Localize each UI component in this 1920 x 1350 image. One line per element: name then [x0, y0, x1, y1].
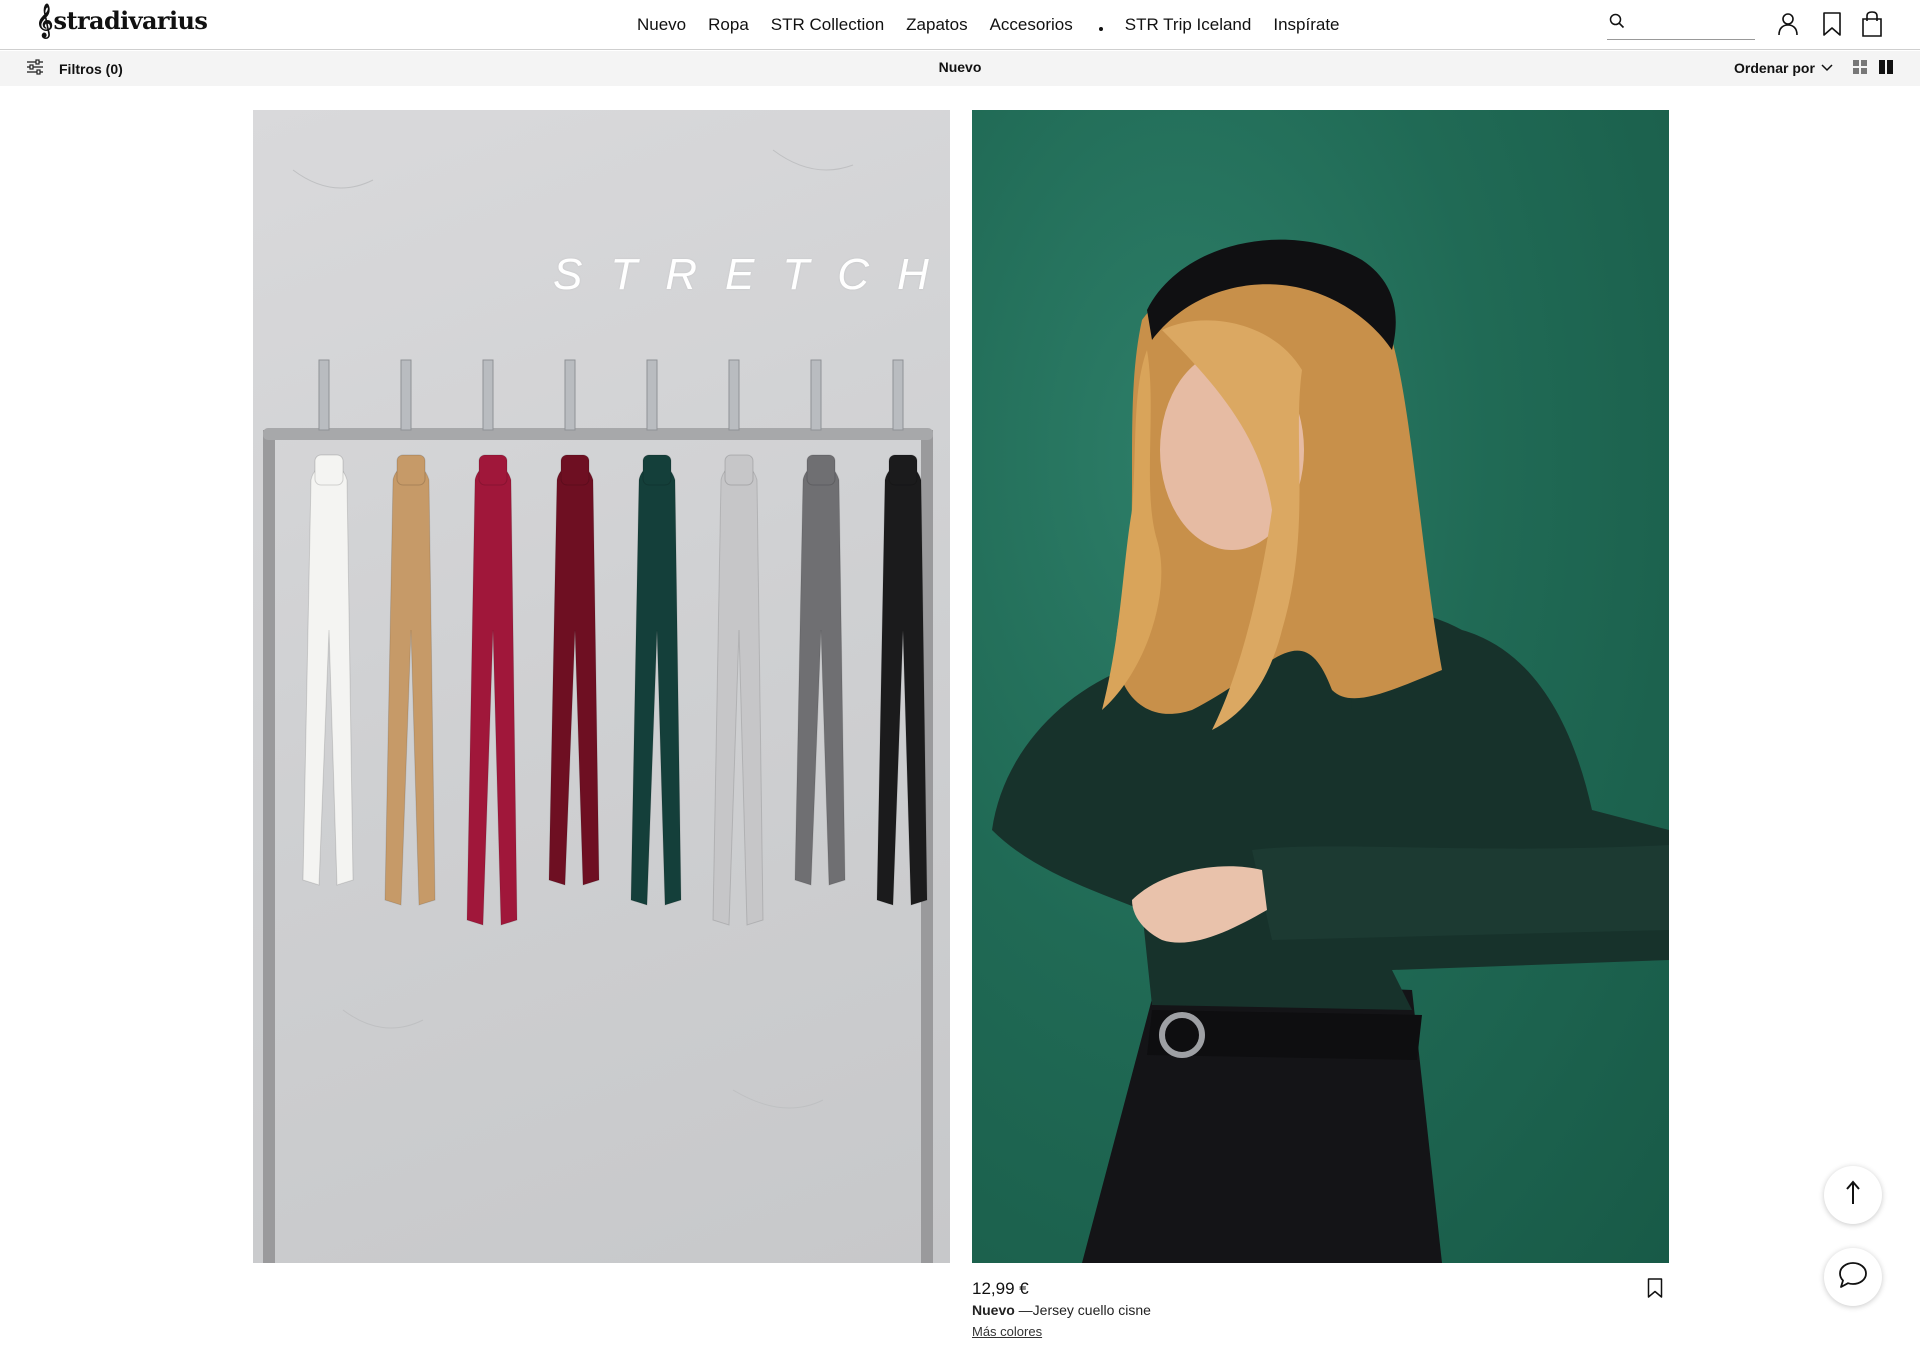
- bookmark-icon[interactable]: [1818, 10, 1846, 38]
- shopping-bag-icon[interactable]: [1858, 10, 1886, 38]
- nav-item-nuevo[interactable]: Nuevo: [637, 15, 686, 35]
- nav-item-accesorios[interactable]: Accesorios: [990, 15, 1073, 35]
- arrow-up-icon: [1845, 1179, 1861, 1211]
- grid-small-icon[interactable]: [1852, 59, 1870, 77]
- hanging-sweater: [712, 359, 764, 926]
- search-input[interactable]: [1633, 12, 1751, 34]
- chevron-down-icon: [1821, 59, 1833, 77]
- user-icon[interactable]: [1774, 10, 1802, 38]
- hanging-sweater: [384, 359, 436, 906]
- product-image-stretch[interactable]: STRETCH: [253, 110, 950, 1263]
- nav-item-str-collection[interactable]: STR Collection: [771, 15, 884, 35]
- page-title: Nuevo: [938, 59, 982, 75]
- bookmark-icon[interactable]: [1647, 1278, 1667, 1300]
- product-description[interactable]: Nuevo —Jersey cuello cisne: [972, 1302, 1151, 1318]
- product-image-jersey-cuello-cisne[interactable]: [972, 110, 1669, 1263]
- main-nav: Nuevo Ropa STR Collection Zapatos Acceso…: [637, 14, 1362, 36]
- model-illustration: [992, 239, 1669, 1263]
- logo-mark: 𝄞: [36, 3, 53, 37]
- sort-dropdown[interactable]: Ordenar por: [1734, 59, 1833, 77]
- more-colors-link[interactable]: Más colores: [972, 1324, 1042, 1339]
- logo[interactable]: 𝄞 stradivarius: [36, 3, 208, 37]
- nav-item-ropa[interactable]: Ropa: [708, 15, 749, 35]
- chat-button[interactable]: [1824, 1248, 1882, 1306]
- stretch-headline: STRETCH: [553, 250, 950, 299]
- new-tag: Nuevo: [972, 1302, 1015, 1318]
- nav-item-zapatos[interactable]: Zapatos: [906, 15, 967, 35]
- hanging-sweater: [466, 359, 518, 926]
- search-icon[interactable]: [1609, 13, 1625, 34]
- grid-large-icon[interactable]: [1878, 59, 1896, 77]
- product-name: —Jersey cuello cisne: [1014, 1302, 1151, 1318]
- logo-text: stradivarius: [53, 6, 208, 35]
- search-box: [1607, 8, 1755, 40]
- product-price: 12,99 €: [972, 1279, 1029, 1298]
- scroll-to-top-button[interactable]: [1824, 1166, 1882, 1224]
- chat-icon: [1838, 1261, 1868, 1294]
- hanging-sweater: [630, 359, 682, 906]
- product-info: 12,99 € Nuevo —Jersey cuello cisne Más c…: [972, 1276, 1669, 1346]
- top-header: 𝄞 stradivarius Nuevo Ropa STR Collection…: [0, 0, 1920, 50]
- filter-bar: Filtros (0) Nuevo Ordenar por: [0, 51, 1920, 86]
- nav-item-str-trip-iceland[interactable]: STR Trip Iceland: [1125, 15, 1252, 35]
- nav-separator-dot: [1098, 27, 1103, 31]
- nav-item-inspirate[interactable]: Inspírate: [1273, 15, 1339, 35]
- sort-label: Ordenar por: [1734, 60, 1815, 76]
- hanging-sweater: [876, 359, 928, 906]
